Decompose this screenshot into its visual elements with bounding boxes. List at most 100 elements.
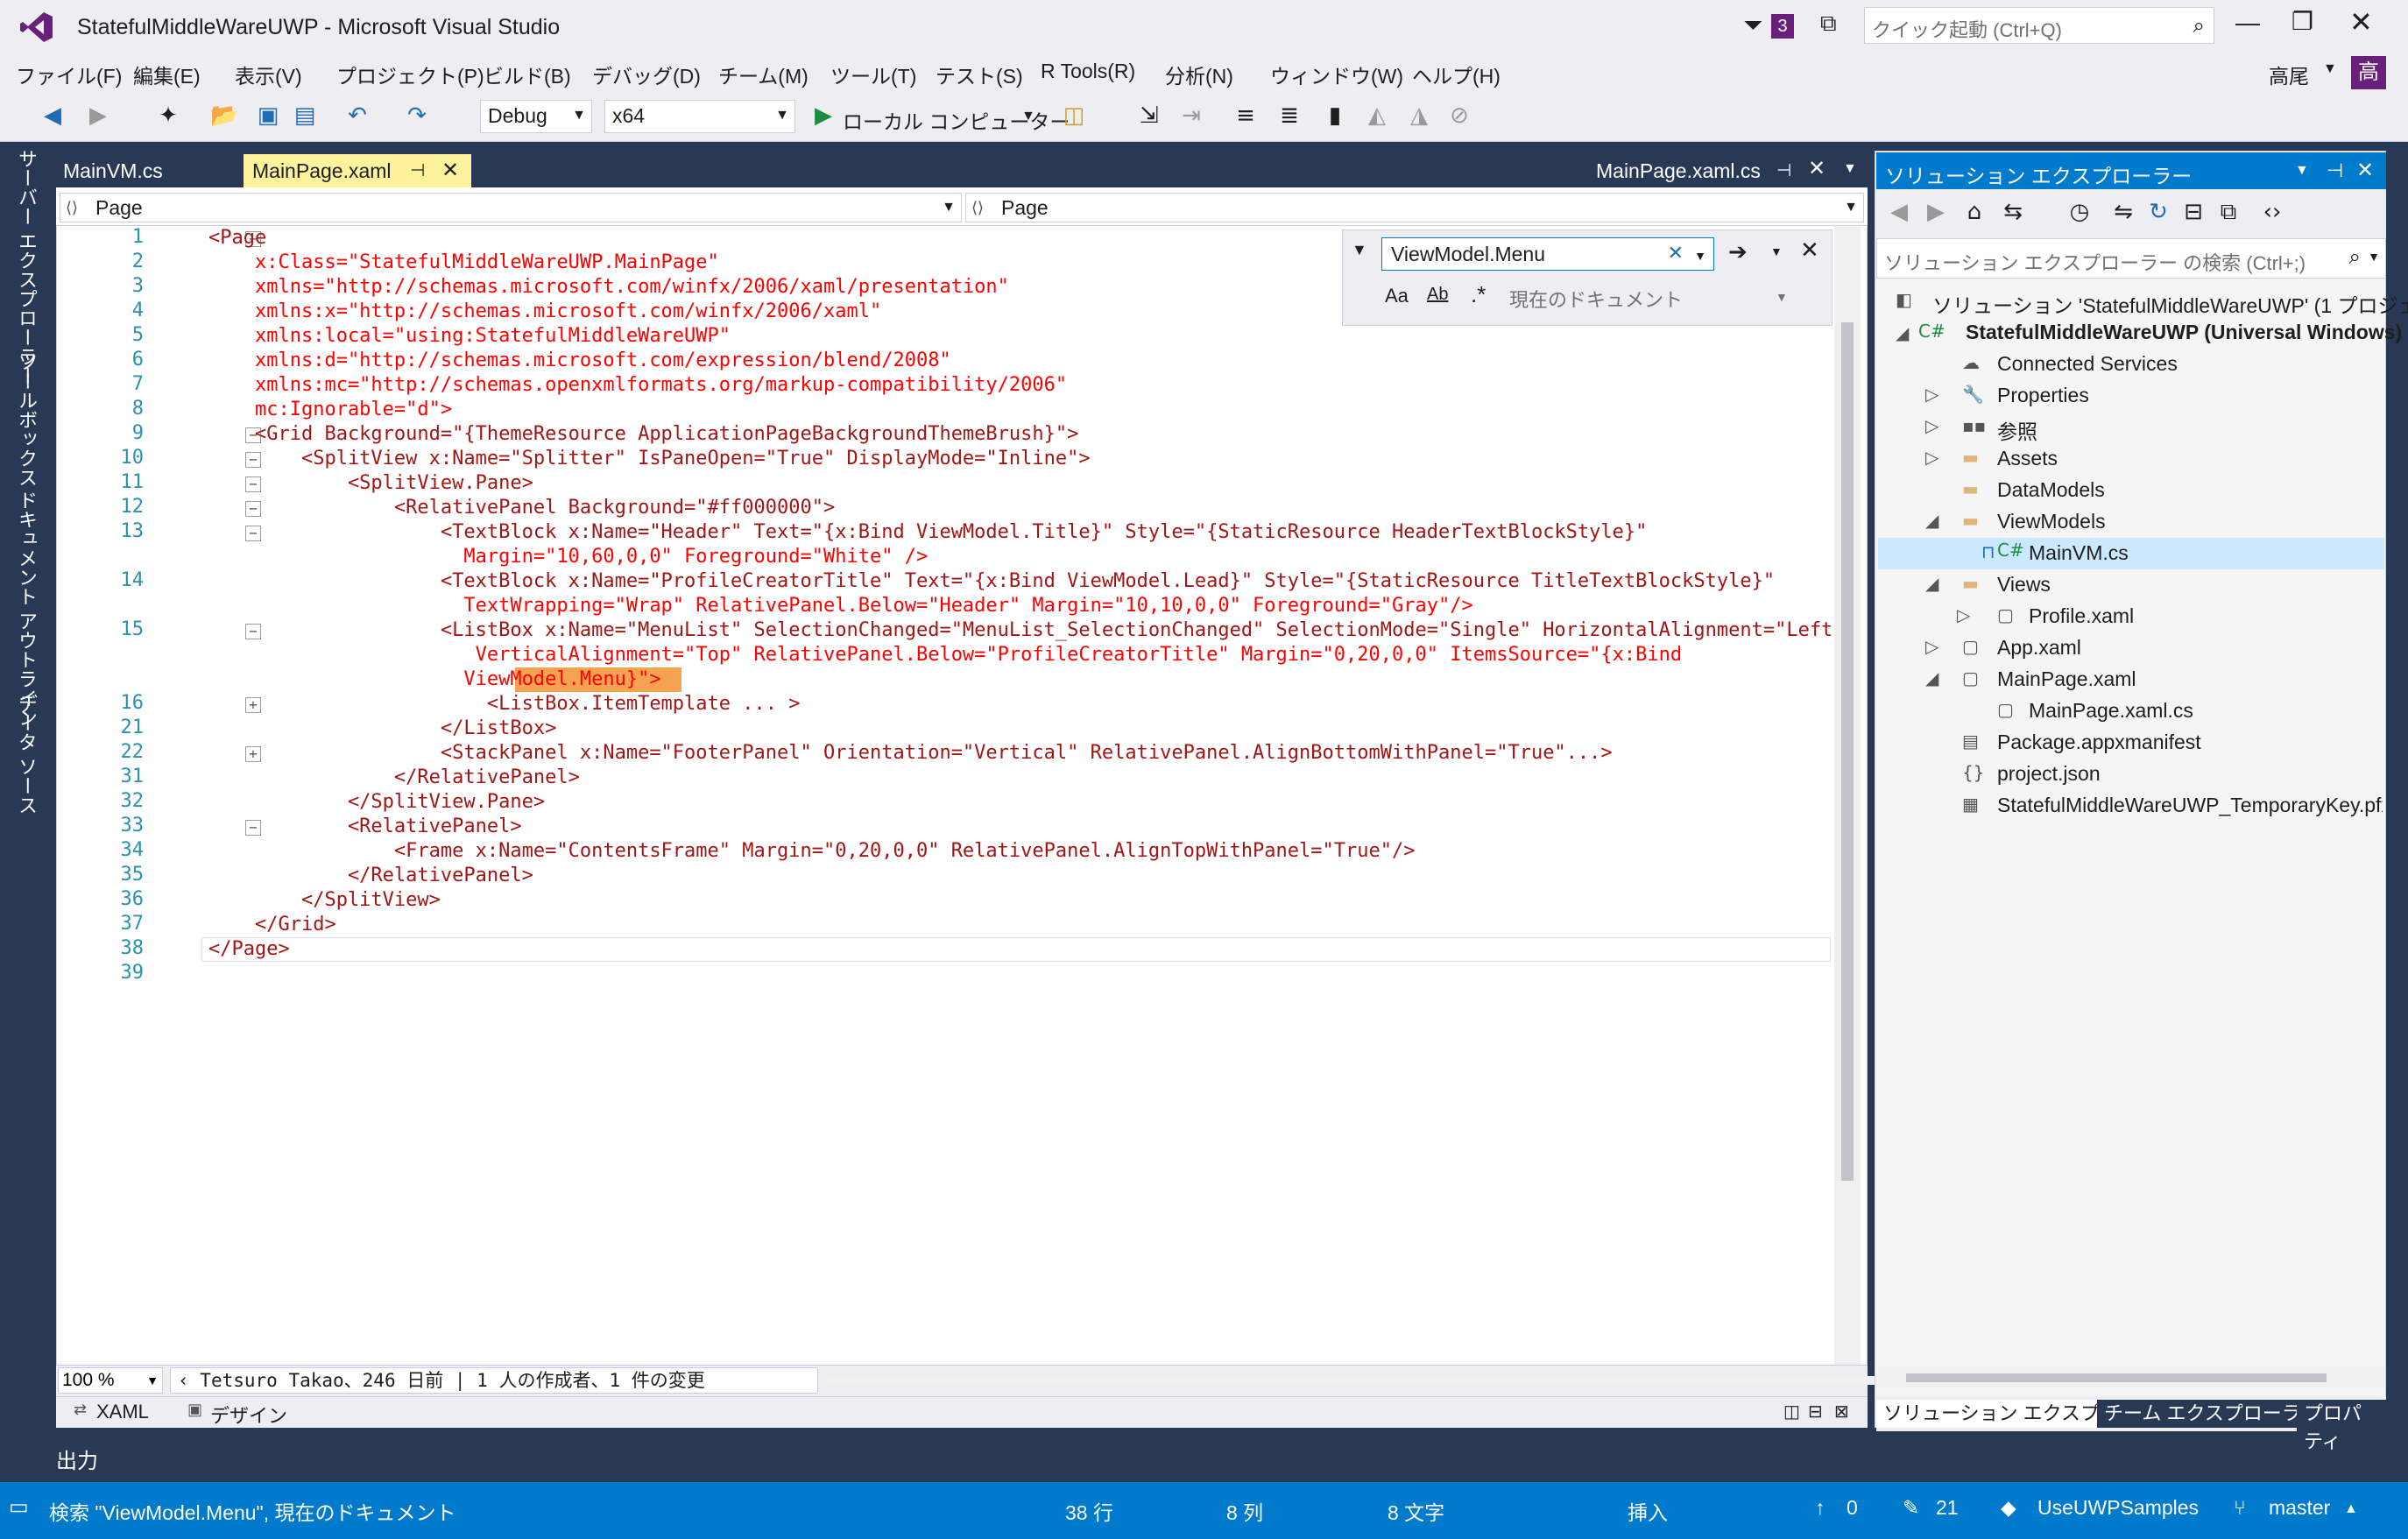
code-line[interactable]: </RelativePanel>: [208, 864, 533, 888]
menu-edit[interactable]: 編集(E): [133, 60, 201, 89]
code-line[interactable]: <Grid Background="{ThemeResource Applica…: [208, 422, 1078, 447]
toolbar-tools-icon[interactable]: ◫: [1060, 102, 1088, 130]
code-line[interactable]: xmlns:x="http://schemas.microsoft.com/wi…: [208, 300, 881, 324]
forward-icon[interactable]: ▶: [1922, 198, 1950, 226]
code-line[interactable]: xmlns:d="http://schemas.microsoft.com/ex…: [208, 349, 951, 373]
regex-icon[interactable]: .*: [1471, 281, 1486, 308]
tab-design[interactable]: デザイン: [210, 1401, 287, 1429]
bookmark-icon[interactable]: ▮: [1321, 102, 1349, 130]
start-debug-icon[interactable]: ▶: [809, 102, 837, 130]
tree-item-references[interactable]: 参照: [1997, 415, 2037, 445]
home-icon[interactable]: ⌂: [1960, 198, 1988, 226]
code-line[interactable]: </SplitView>: [208, 888, 441, 913]
tab-overflow-icon[interactable]: ▼: [1843, 161, 1857, 177]
switch-views-icon[interactable]: ⇆: [1999, 198, 2027, 226]
tree-item-project-json[interactable]: project.json: [1997, 762, 2101, 786]
match-whole-word-icon[interactable]: Ab: [1427, 285, 1448, 305]
code-line[interactable]: <ListBox.ItemTemplate ... >: [208, 692, 801, 717]
solution-search-input[interactable]: ソリューション エクスプローラー の検索 (Ctrl+;) ⌕ ▼: [1876, 238, 2386, 279]
menu-debug[interactable]: デバッグ(D): [592, 60, 701, 89]
branch-menu-chevron-icon[interactable]: ▲: [2344, 1501, 2358, 1517]
tab-properties[interactable]: プロパティ: [2297, 1400, 2386, 1456]
platform-select[interactable]: x64 ▼: [604, 100, 795, 133]
find-options-chevron-icon[interactable]: ▼: [1770, 244, 1783, 258]
filter-icon[interactable]: ⏷: [1743, 11, 1762, 40]
tree-item-mainpage-xaml[interactable]: MainPage.xaml: [1997, 667, 2136, 691]
pencil-icon[interactable]: ✎: [1903, 1496, 1919, 1520]
code-line[interactable]: <Frame x:Name="ContentsFrame" Margin="0,…: [208, 839, 1416, 864]
code-line[interactable]: <RelativePanel>: [208, 815, 522, 839]
expanded-chevron-icon[interactable]: ◢: [1896, 322, 1909, 343]
collapsed-chevron-icon[interactable]: ▷: [1925, 636, 1938, 657]
repository-icon[interactable]: ◆: [2001, 1496, 2016, 1520]
tab-xaml[interactable]: XAML: [96, 1401, 149, 1423]
open-icon[interactable]: 📂: [210, 102, 238, 130]
code-line[interactable]: x:Class="StatefulMiddleWareUWP.MainPage": [208, 251, 719, 275]
step-over-icon[interactable]: ⇥: [1177, 102, 1205, 130]
code-area[interactable]: 1 2 3 4 5 6 7 8 9 10 11 12 13 14 15 16 2…: [56, 226, 1845, 1365]
code-line[interactable]: xmlns:mc="http://schemas.openxmlformats.…: [208, 373, 1067, 398]
user-name[interactable]: 高尾: [2269, 60, 2309, 89]
quick-launch-input[interactable]: クイック起動 (Ctrl+Q) ⌕: [1864, 7, 2214, 44]
comment-icon[interactable]: ≣: [1275, 102, 1303, 130]
code-line[interactable]: <RelativePanel Background="#ff000000">: [208, 496, 835, 520]
close-tab-icon[interactable]: ✕: [441, 158, 459, 182]
view-code-icon[interactable]: ‹›: [2258, 198, 2286, 226]
pin-icon[interactable]: ⊣: [2327, 159, 2343, 182]
clear-search-icon[interactable]: ✕: [1668, 238, 1684, 270]
chevron-down-icon[interactable]: ▼: [1776, 290, 1788, 304]
close-find-icon[interactable]: ✕: [1800, 237, 1819, 264]
code-line[interactable]: </Page>: [208, 937, 290, 962]
status-unpushed-count[interactable]: 0: [1847, 1496, 1858, 1520]
window-position-chevron-icon[interactable]: ▼: [2295, 163, 2309, 179]
close-tab-icon[interactable]: ✕: [1808, 156, 1825, 180]
user-menu-chevron-icon[interactable]: ▼: [2323, 61, 2337, 77]
find-next-icon[interactable]: ➔: [1728, 239, 1748, 265]
solution-horizontal-scrollbar[interactable]: [1878, 1366, 2384, 1387]
new-item-icon[interactable]: ✦: [154, 102, 182, 130]
nav-type-select[interactable]: ⟨⟩ Page ▼: [60, 193, 962, 222]
server-explorer-tab[interactable]: サーバー エクスプローラー: [12, 149, 40, 385]
tree-item-app-xaml[interactable]: App.xaml: [1997, 636, 2081, 660]
expanded-chevron-icon[interactable]: ◢: [1925, 667, 1938, 688]
collapsed-chevron-icon[interactable]: ▷: [1925, 384, 1938, 405]
collapse-all-icon[interactable]: ⊟: [2179, 198, 2207, 226]
tree-item-mainvm-cs[interactable]: MainVM.cs: [2029, 541, 2129, 565]
menu-build[interactable]: ビルド(B): [484, 60, 571, 89]
code-line[interactable]: <SplitView.Pane>: [208, 471, 533, 496]
expanded-chevron-icon[interactable]: ◢: [1925, 573, 1938, 594]
menu-help[interactable]: ヘルプ(H): [1412, 60, 1501, 89]
find-input[interactable]: ViewModel.Menu ✕ ▼: [1381, 237, 1714, 271]
output-window-icon[interactable]: ▭: [9, 1494, 29, 1520]
run-target-chevron-icon[interactable]: ▼: [1021, 109, 1035, 124]
code-line[interactable]: <TextBlock x:Name="ProfileCreatorTitle" …: [208, 569, 1775, 594]
menu-project[interactable]: プロジェクト(P): [336, 60, 484, 89]
status-repository[interactable]: UseUWPSamples: [2037, 1496, 2199, 1520]
menu-team[interactable]: チーム(M): [718, 60, 809, 89]
code-line[interactable]: <StackPanel x:Name="FooterPanel" Orienta…: [208, 741, 1613, 766]
close-pane-icon[interactable]: ✕: [2356, 158, 2374, 182]
code-line[interactable]: <Page: [208, 226, 266, 251]
code-line[interactable]: xmlns="http://schemas.microsoft.com/winf…: [208, 275, 1009, 300]
sync-icon[interactable]: ⇋: [2109, 198, 2137, 226]
tree-item-connected-services[interactable]: Connected Services: [1997, 352, 2178, 376]
codelens-panel[interactable]: ‹ Tetsuro Takao、246 日前 | 1 人の作成者、1 件の変更: [170, 1367, 818, 1394]
tab-solution-explorer[interactable]: ソリューション エクスプ...: [1876, 1400, 2123, 1428]
expanded-chevron-icon[interactable]: ◢: [1925, 510, 1938, 531]
pending-changes-icon[interactable]: ◷: [2066, 198, 2094, 226]
menu-view[interactable]: 表示(V): [235, 60, 302, 89]
find-scope-select[interactable]: 現在のドキュメント: [1509, 285, 1683, 313]
notification-badge[interactable]: 3: [1771, 14, 1794, 39]
search-history-chevron-icon[interactable]: ▼: [1694, 240, 1706, 272]
back-icon[interactable]: ◀: [1885, 198, 1913, 226]
menu-tools[interactable]: ツール(T): [830, 60, 916, 89]
editor-vertical-scrollbar[interactable]: [1834, 226, 1861, 1365]
forward-icon[interactable]: ▶: [84, 102, 112, 130]
toolbox-tab[interactable]: ツールボックス: [12, 352, 40, 487]
tree-item-views[interactable]: Views: [1997, 573, 2051, 597]
step-into-icon[interactable]: ⇲: [1135, 102, 1163, 130]
split-vertical-icon[interactable]: ◫: [1783, 1401, 1800, 1423]
menu-window[interactable]: ウィンドウ(W): [1270, 60, 1403, 89]
close-button[interactable]: ✕: [2349, 5, 2373, 39]
nav-member-select[interactable]: ⟨⟩ Page ▼: [965, 193, 1864, 222]
